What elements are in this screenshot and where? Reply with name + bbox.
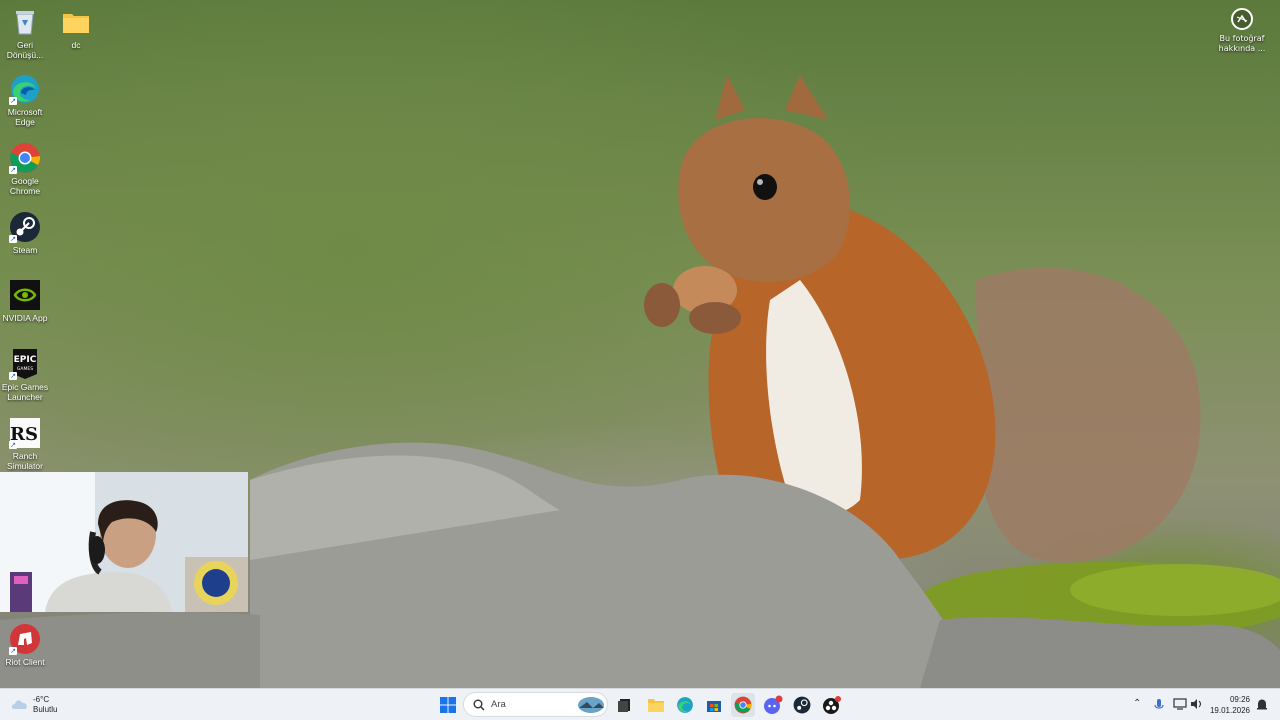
desktop-icon-ranch-simulator[interactable]: RS ↗ Ranch Simulator xyxy=(0,417,50,471)
desktop-icon-microsoft-edge[interactable]: ↗ Microsoft Edge xyxy=(0,73,50,127)
weather-temperature: -6°C xyxy=(33,695,50,704)
about-this-photo-button[interactable]: Bu fotoğraf hakkında ... xyxy=(1218,8,1266,54)
microphone-icon[interactable] xyxy=(1154,698,1164,712)
desktop-icon-label: NVIDIA App xyxy=(2,313,48,323)
desktop-icon-label: Riot Client xyxy=(5,657,45,667)
epic-games-icon: EPIC GAMES ↗ xyxy=(9,348,41,380)
desktop-icon-label: Google Chrome xyxy=(9,176,41,196)
shortcut-arrow-icon: ↗ xyxy=(9,372,17,380)
start-button[interactable] xyxy=(436,693,460,717)
search-highlight-icon xyxy=(578,697,604,713)
webcam-overlay xyxy=(0,472,248,612)
obs-icon xyxy=(823,696,841,714)
webcam-video xyxy=(0,472,248,612)
shortcut-arrow-icon: ↗ xyxy=(9,166,17,174)
store-icon xyxy=(707,701,721,712)
desktop-icon-label: Geri Dönüşü... xyxy=(6,40,44,60)
desktop-icon-steam[interactable]: ↗ Steam xyxy=(0,211,50,255)
desktop-icon-label: Epic Games Launcher xyxy=(1,382,49,402)
desktop-icon-google-chrome[interactable]: ↗ Google Chrome xyxy=(0,142,50,196)
recycle-bin-icon xyxy=(9,6,41,38)
desktop-icon-recycle-bin[interactable]: Geri Dönüşü... xyxy=(0,6,50,60)
photo-info-icon xyxy=(1231,8,1253,30)
taskbar-discord[interactable] xyxy=(761,693,785,717)
network-icon[interactable] xyxy=(1173,698,1187,710)
volume-icon[interactable] xyxy=(1190,698,1204,710)
svg-text:GAMES: GAMES xyxy=(17,366,33,372)
edge-icon xyxy=(677,697,693,713)
desktop-icon-label: Ranch Simulator xyxy=(7,451,43,471)
desktop-icon-label: Microsoft Edge xyxy=(7,107,43,127)
clock-date[interactable]: 19.01.2026 xyxy=(1210,706,1250,715)
chrome-icon: ↗ xyxy=(9,142,41,174)
folder-icon xyxy=(60,6,92,38)
shortcut-arrow-icon: ↗ xyxy=(9,647,17,655)
taskbar-search-box[interactable]: Ara xyxy=(463,692,608,717)
taskbar-steam[interactable] xyxy=(790,693,814,717)
photo-info-label: Bu fotoğraf hakkında ... xyxy=(1218,34,1266,53)
riot-client-icon: ↗ xyxy=(9,623,41,655)
cloud-icon xyxy=(11,700,27,709)
chrome-icon xyxy=(734,696,752,714)
clock-time[interactable]: 09:26 xyxy=(1230,695,1250,704)
notification-bell-icon[interactable] xyxy=(1256,698,1268,712)
search-placeholder: Ara xyxy=(491,699,506,710)
folder-icon xyxy=(648,699,664,712)
steam-icon: ↗ xyxy=(9,211,41,243)
weather-condition: Bulutlu xyxy=(33,705,58,714)
taskbar: -6°C Bulutlu Ara ⌃ 09:26 19.01.2026 xyxy=(0,688,1280,720)
task-view-button[interactable] xyxy=(613,693,637,717)
steam-icon xyxy=(793,696,811,714)
desktop-icon-label: Steam xyxy=(12,245,38,255)
taskbar-edge[interactable] xyxy=(673,693,697,717)
shortcut-arrow-icon: ↗ xyxy=(9,441,17,449)
windows-icon xyxy=(440,697,456,713)
show-hidden-icons-chevron-icon[interactable]: ⌃ xyxy=(1133,698,1141,709)
desktop-icon-epic-games-launcher[interactable]: EPIC GAMES ↗ Epic Games Launcher xyxy=(0,348,50,402)
shortcut-arrow-icon: ↗ xyxy=(9,97,17,105)
svg-text:EPIC: EPIC xyxy=(14,355,37,365)
desktop-icon-label: dc xyxy=(71,40,81,50)
edge-icon: ↗ xyxy=(9,73,41,105)
taskbar-chrome[interactable] xyxy=(731,693,755,717)
nvidia-icon xyxy=(9,279,41,311)
desktop-icon-nvidia-app[interactable]: NVIDIA App xyxy=(0,279,50,323)
search-icon xyxy=(473,699,485,711)
taskbar-obs[interactable] xyxy=(820,693,844,717)
task-view-icon xyxy=(618,699,630,712)
desktop-icon-dc-folder[interactable]: dc xyxy=(51,6,101,50)
desktop-icon-riot-client[interactable]: ↗ Riot Client xyxy=(0,623,50,667)
ranch-simulator-icon: RS ↗ xyxy=(9,417,41,449)
discord-icon xyxy=(764,695,783,714)
weather-widget[interactable] xyxy=(8,693,32,717)
taskbar-file-explorer[interactable] xyxy=(644,693,668,717)
taskbar-microsoft-store[interactable] xyxy=(702,693,726,717)
shortcut-arrow-icon: ↗ xyxy=(9,235,17,243)
